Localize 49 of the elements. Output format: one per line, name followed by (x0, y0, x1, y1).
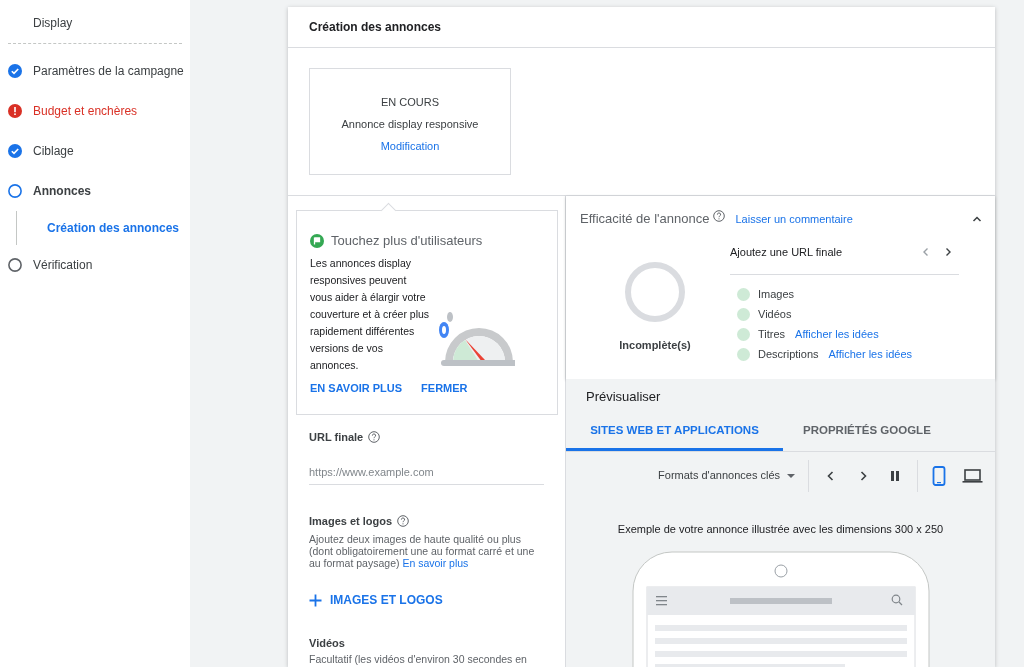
help-icon[interactable] (368, 431, 381, 444)
tip-body: Les annonces display responsives peuvent vous aider à élargir votre couverture et à créer plus rapidement différentes versions de vos annonces. (310, 255, 430, 373)
url-field[interactable]: https://www.example.com (309, 460, 544, 485)
campaign-type: Display (33, 15, 74, 32)
checklist-label: Images (758, 287, 795, 303)
panel-title: Efficacité de l'annonce (580, 210, 710, 228)
field-label: Vidéos (309, 636, 346, 651)
ad-status: EN COURS (380, 95, 440, 110)
ad-type: Annonce display responsive (341, 116, 479, 132)
edit-link[interactable]: Modification (380, 138, 440, 155)
field-label: Images et logos (309, 513, 393, 529)
checklist-label: Vidéos (758, 307, 792, 323)
checklist-label: Descriptions (758, 347, 819, 363)
strength-rating: Incomplète(s) (619, 337, 691, 353)
images-help-text: Ajoutez deux images de haute qualité ou plus (dont obligatoirement une au format carré et une au format paysage) En savoir plus (309, 533, 536, 569)
ideas-link[interactable]: Afficher les idées (828, 346, 913, 363)
ideas-link[interactable]: Afficher les idées (795, 326, 879, 343)
help-icon[interactable] (397, 514, 410, 527)
step-item[interactable]: Ciblage (0, 131, 190, 171)
preview-title: Prévisualiser (586, 387, 662, 406)
preview-tab[interactable]: SITES WEB ET APPLICATIONS (566, 414, 783, 451)
learn-more-link[interactable]: En savoir plus (402, 557, 469, 569)
help-icon[interactable] (713, 209, 726, 222)
preview-tab[interactable]: PROPRIÉTÉS GOOGLE (783, 414, 951, 451)
laptop-icon[interactable] (962, 468, 983, 483)
phone-icon[interactable] (932, 465, 946, 486)
plus-icon (309, 593, 322, 607)
card-title: Création des annonces (309, 19, 442, 36)
tip-action-button[interactable]: EN SAVOIR PLUS (310, 379, 403, 396)
flag-icon (310, 233, 324, 248)
step-item[interactable]: Paramètres de la campagne (0, 51, 190, 91)
format-dropdown[interactable]: Formats d'annonces clés (658, 467, 808, 484)
step-item[interactable]: Vérification (0, 245, 190, 285)
add-images-button[interactable]: IMAGES ET LOGOS (309, 591, 544, 609)
strength-ring (624, 260, 686, 323)
substep-item[interactable]: Création des annonces (47, 211, 190, 245)
videos-help-text: Facultatif (les vidéos d'environ 30 secondes en (309, 652, 528, 665)
checklist-label: Titres (758, 327, 786, 343)
field-label: URL finale (309, 430, 364, 445)
pause-icon[interactable] (889, 469, 901, 482)
ad-summary-card[interactable]: EN COURS Annonce display responsive Modification (309, 68, 511, 175)
feedback-link[interactable]: Laisser un commentaire (735, 210, 853, 227)
suggestion-text: Ajoutez une URL finale (730, 244, 843, 260)
step-item[interactable]: Budget et enchères (0, 91, 190, 131)
step-item[interactable]: Annonces (0, 171, 190, 211)
tip-title: Touchez plus d'utilisateurs (331, 232, 483, 250)
caret-icon (786, 472, 796, 479)
tip-action-button[interactable]: FERMER (421, 379, 468, 396)
preview-caption: Exemple de votre annonce illustrée avec les dimensions 300 x 250 (617, 522, 944, 537)
